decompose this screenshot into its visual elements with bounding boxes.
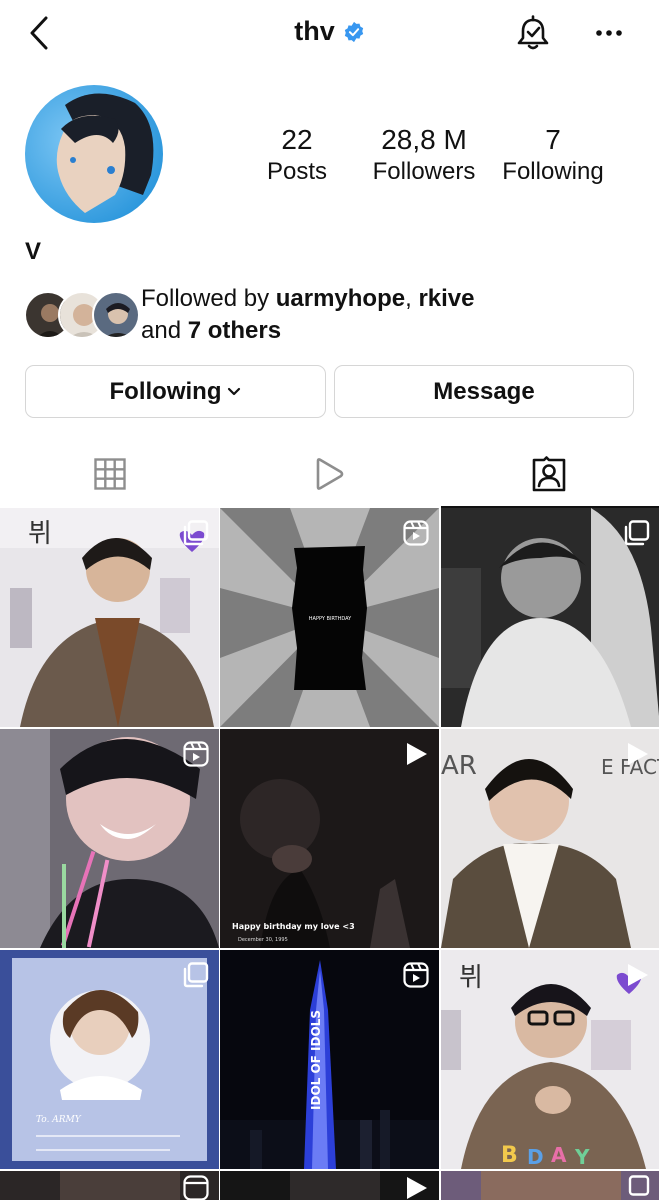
post-thumbnail[interactable]: 뷔 B D A Y [441, 950, 659, 1169]
reel-icon [403, 520, 429, 546]
tagged-posts-grid: 뷔 HAPPY BIRTHDAY Happy birthday my love … [0, 508, 659, 1200]
followed-by-text: Followed by uarmyhope, rkive and 7 other… [141, 283, 475, 347]
followers-count-value: 28,8 M [381, 124, 467, 155]
profile-avatar[interactable] [25, 85, 163, 223]
post-caption: IDOL OF IDOLS [309, 1010, 323, 1110]
reel-icon [183, 741, 209, 767]
profile-display-name: V [25, 238, 42, 265]
video-play-icon [407, 743, 427, 765]
followed-by-user-1[interactable]: uarmyhope [276, 285, 405, 312]
post-subcaption: December 30, 1995 [238, 937, 288, 943]
reel-icon [403, 962, 429, 988]
chevron-down-icon [228, 387, 241, 395]
followers-count-label: Followers [372, 158, 476, 185]
followed-by-prefix: Followed by [141, 285, 276, 312]
post-thumbnail[interactable]: AR E FACT M [441, 729, 659, 948]
posts-count[interactable]: 22 Posts [252, 124, 342, 188]
post-thumbnail[interactable]: HAPPY BIRTHDAY [220, 508, 439, 727]
notification-bell-icon[interactable] [513, 14, 553, 54]
grid-icon [94, 458, 126, 490]
carousel-icon [183, 520, 209, 546]
post-thumbnail[interactable] [220, 1171, 439, 1200]
svg-text:D: D [527, 1145, 544, 1169]
post-caption: HAPPY BIRTHDAY [309, 616, 352, 622]
followed-by-separator: , [405, 285, 419, 312]
message-button[interactable]: Message [334, 365, 634, 418]
profile-tabs [0, 440, 659, 508]
tab-tagged[interactable] [439, 440, 659, 508]
following-button-label: Following [109, 377, 222, 405]
post-caption: To. ARMY [36, 1115, 82, 1125]
svg-text:AR: AR [441, 751, 477, 781]
profile-username-header: thv [0, 16, 659, 47]
followed-by-others[interactable]: 7 others [188, 317, 281, 344]
post-thumbnail[interactable]: Happy birthday my love <3 December 30, 1… [220, 729, 439, 948]
followed-by-section[interactable]: Followed by uarmyhope, rkive and 7 other… [24, 283, 644, 347]
post-thumbnail[interactable] [441, 508, 659, 727]
post-thumbnail[interactable]: 뷔 [0, 508, 219, 727]
video-play-icon [628, 743, 648, 765]
carousel-icon [624, 520, 650, 546]
following-count-value: 7 [545, 124, 561, 155]
post-caption: Happy birthday my love <3 [232, 922, 355, 931]
tab-posts[interactable] [0, 440, 220, 508]
top-bar: thv [0, 0, 659, 70]
tab-reels[interactable] [219, 440, 439, 508]
following-count-label: Following [502, 158, 604, 185]
svg-text:B: B [501, 1143, 518, 1168]
post-thumbnail[interactable] [0, 729, 219, 948]
carousel-icon [628, 1175, 650, 1196]
following-button[interactable]: Following [25, 365, 326, 418]
follower-avatar [92, 291, 140, 339]
video-play-icon [407, 1177, 427, 1199]
carousel-icon [183, 962, 209, 988]
reel-icon [183, 1175, 209, 1200]
username: thv [294, 16, 335, 46]
post-thumbnail[interactable] [441, 1171, 659, 1200]
post-thumbnail[interactable]: IDOL OF IDOLS [220, 950, 439, 1169]
verified-badge-icon [344, 21, 363, 42]
reels-play-icon [316, 458, 344, 490]
following-count[interactable]: 7 Following [492, 124, 614, 188]
more-options-icon[interactable] [593, 18, 625, 48]
posts-count-label: Posts [266, 158, 328, 185]
svg-text:뷔: 뷔 [459, 963, 483, 993]
post-thumbnail[interactable]: To. ARMY [0, 950, 219, 1169]
svg-text:A: A [551, 1143, 567, 1167]
message-button-label: Message [433, 377, 535, 405]
tagged-user-icon [532, 456, 566, 492]
followers-count[interactable]: 28,8 M Followers [362, 124, 486, 188]
followed-by-user-2[interactable]: rkive [418, 285, 474, 312]
followed-by-and: and [141, 317, 188, 344]
svg-text:뷔: 뷔 [28, 519, 52, 549]
posts-count-value: 22 [281, 124, 313, 155]
post-thumbnail[interactable] [0, 1171, 219, 1200]
svg-text:Y: Y [574, 1145, 590, 1169]
video-play-icon [628, 964, 648, 986]
